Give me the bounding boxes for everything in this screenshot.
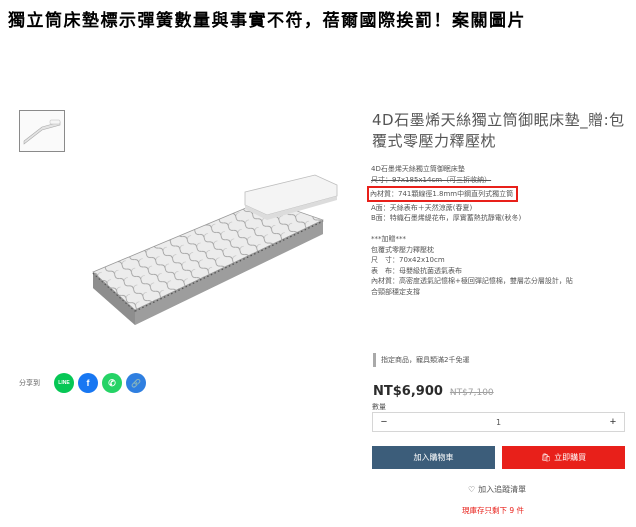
current-price: NT$6,900 bbox=[373, 384, 443, 399]
product-thumbnail[interactable] bbox=[19, 110, 65, 152]
quantity-increase-button[interactable]: + bbox=[602, 416, 624, 428]
copy-link-button[interactable]: 🔗 bbox=[126, 373, 146, 393]
mattress-product-image bbox=[75, 160, 360, 360]
price-block: NT$6,900 NT$7,100 bbox=[373, 384, 494, 399]
line-share-button[interactable]: LINE bbox=[54, 373, 74, 393]
desc-line: 4D石墨烯天絲獨立筒御眠床墊 bbox=[371, 165, 465, 173]
news-headline: 獨立筒床墊標示彈簧數量與事實不符，蓓爾國際挨罰！案關圖片 bbox=[8, 11, 526, 31]
desc-spacer bbox=[371, 224, 631, 235]
original-price: NT$7,100 bbox=[449, 388, 494, 398]
facebook-share-button[interactable]: f bbox=[78, 373, 98, 393]
product-title: 4D石墨烯天絲獨立筒御眠床墊_贈:包覆式零壓力釋壓枕 bbox=[372, 111, 625, 150]
share-bar: 分享到 LINE f ✆ 🔗 bbox=[19, 373, 146, 393]
whatsapp-share-button[interactable]: ✆ bbox=[102, 373, 122, 393]
quantity-stepper: − 1 + bbox=[372, 412, 625, 432]
desc-line: 內材質：高密度透氣記憶棉+極回彈記憶棉，雙層芯分層設計，貼 bbox=[371, 277, 573, 285]
wishlist-label: 加入追蹤清單 bbox=[478, 485, 527, 494]
quantity-input[interactable]: 1 bbox=[395, 418, 602, 427]
heart-icon: ♡ bbox=[468, 485, 476, 494]
highlighted-spring-count: 內材質：741顆線徑1.8mm中鋼直列式獨立筒 bbox=[367, 186, 519, 202]
share-label: 分享到 bbox=[19, 379, 40, 387]
stock-notice: 現庫存只剩下 9 件 bbox=[462, 506, 525, 515]
desc-line: A面：天絲表布＋天然涼蓆(春夏) bbox=[371, 203, 473, 212]
desc-line: 尺 寸：70x42x10cm bbox=[371, 256, 445, 264]
desc-line: B面：特織石墨烯緹花布，厚實蓄熱抗靜電(秋冬) bbox=[371, 214, 522, 222]
desc-line: ***加贈*** bbox=[371, 235, 406, 243]
add-to-cart-button[interactable]: 加入購物車 bbox=[372, 446, 495, 469]
shopping-bag-icon: 🛍 bbox=[540, 453, 552, 462]
desc-line: 包覆式零壓力釋壓枕 bbox=[371, 245, 434, 254]
shipping-promo: 指定商品，寵具類滿2千免運 bbox=[373, 353, 469, 367]
desc-line: 尺寸：97x185x14cm（可三折收納） bbox=[371, 175, 492, 184]
add-to-wishlist-link[interactable]: ♡ 加入追蹤清單 bbox=[468, 484, 526, 495]
desc-line: 合頸部穩定支撐 bbox=[371, 287, 420, 296]
desc-line: 表 布：母嬰級抗菌透氣表布 bbox=[371, 266, 462, 275]
quantity-label: 數量 bbox=[372, 403, 386, 411]
buy-now-label: 立即購買 bbox=[554, 453, 587, 462]
quantity-decrease-button[interactable]: − bbox=[373, 416, 395, 428]
product-description: 4D石墨烯天絲獨立筒御眠床墊 尺寸：97x185x14cm（可三折收納） 內材質… bbox=[367, 164, 631, 297]
buy-now-button[interactable]: 🛍 立即購買 bbox=[502, 446, 625, 469]
